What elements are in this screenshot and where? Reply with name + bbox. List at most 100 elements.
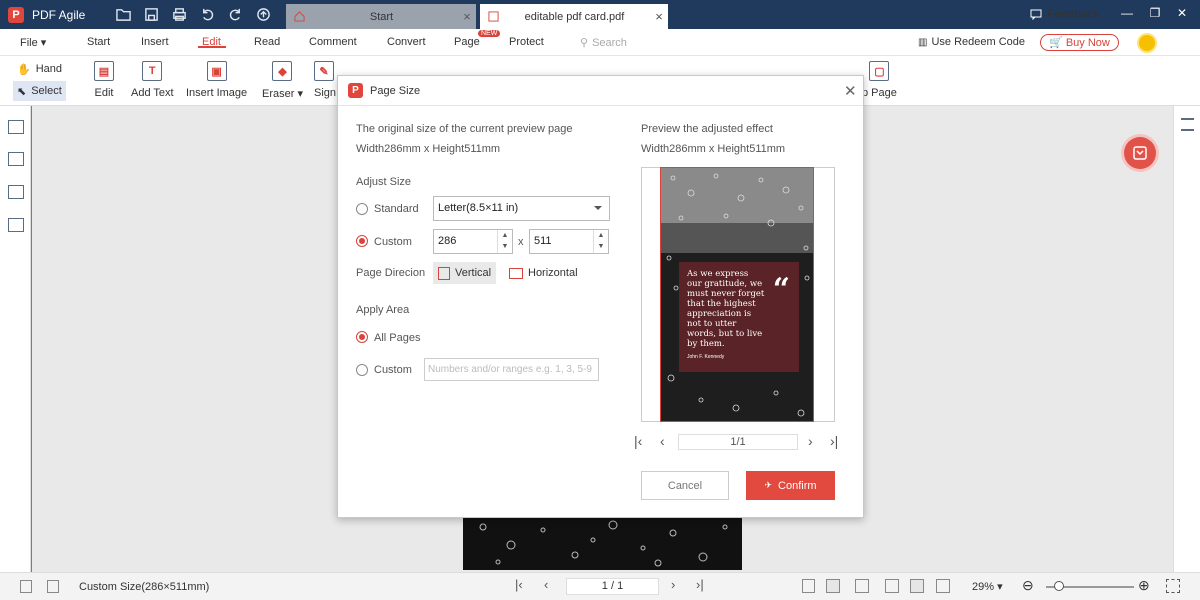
avatar[interactable] — [1137, 33, 1157, 53]
single-page-icon[interactable] — [802, 579, 815, 593]
open-folder-icon[interactable] — [115, 7, 131, 23]
signature-icon: ✎ — [314, 61, 334, 81]
zoom-level[interactable]: 29% ▾ — [972, 580, 1003, 593]
redo-icon[interactable] — [227, 7, 243, 23]
prev-page-icon[interactable]: ‹ — [544, 577, 548, 592]
page-number-input[interactable]: 1 / 1 — [566, 578, 659, 595]
undo-icon[interactable] — [199, 7, 215, 23]
crop-page-tool[interactable]: ▢ p Page — [862, 61, 897, 99]
custom-size-label: Custom — [374, 236, 412, 248]
menu-protect[interactable]: Protect — [509, 36, 544, 48]
insert-image-tool[interactable]: ▣ Insert Image — [186, 61, 247, 99]
hand-tool[interactable]: ✋ Hand — [13, 59, 66, 79]
annotations-icon[interactable] — [8, 185, 24, 199]
tab-start[interactable]: Start × — [286, 4, 476, 29]
page-fit-icon[interactable] — [47, 580, 59, 593]
add-text-tool[interactable]: T Add Text — [131, 61, 174, 99]
buy-now-label: Buy Now — [1065, 36, 1110, 49]
signature-label: Signa — [314, 87, 336, 99]
height-stepper[interactable]: 511 ▲ ▼ — [529, 229, 609, 254]
height-value: 511 — [534, 235, 552, 247]
last-page-icon[interactable]: ›| — [696, 577, 704, 592]
dialog-title: Page Size — [370, 85, 421, 97]
pdf-file-icon — [488, 11, 499, 22]
tab-document[interactable]: editable pdf card.pdf × — [480, 4, 668, 29]
horizontal-button[interactable]: Horizontal — [504, 262, 583, 284]
menu-file[interactable]: File ▾ — [20, 36, 46, 49]
standard-radio[interactable] — [356, 203, 368, 215]
menu-start[interactable]: Start — [87, 36, 110, 48]
feedback-button[interactable]: Feedback — [1030, 7, 1100, 21]
eraser-icon: ◆ — [272, 61, 293, 81]
eraser-tool[interactable]: ◆ Eraser ▾ — [262, 61, 303, 100]
search-icon: ⚲ — [580, 37, 589, 49]
buy-now-button[interactable]: 🛒 Buy Now — [1040, 34, 1119, 51]
ai-assistant-button[interactable] — [1124, 137, 1156, 169]
tab-label: Start — [369, 10, 394, 23]
menu-comment[interactable]: Comment — [309, 36, 357, 48]
preview-last-page-icon[interactable]: ›| — [830, 433, 838, 449]
close-icon[interactable]: ✕ — [844, 82, 857, 100]
upload-icon[interactable] — [255, 7, 271, 23]
confirm-button[interactable]: ✈ Confirm — [746, 471, 835, 500]
continuous-icon[interactable] — [885, 579, 899, 593]
width-stepper-arrows[interactable]: ▲ ▼ — [497, 230, 512, 253]
zoom-in-icon[interactable]: ⊕ — [1138, 577, 1150, 594]
app-name: PDF Agile — [32, 7, 86, 22]
standard-size-select[interactable]: Letter(8.5×11 in) — [433, 196, 610, 221]
edit-tool[interactable]: ▤ Edit — [94, 61, 114, 99]
width-stepper[interactable]: 286 ▲ ▼ — [433, 229, 513, 254]
menu-page[interactable]: Page — [454, 36, 480, 48]
preview-label: Preview the adjusted effect — [641, 123, 773, 135]
signature-tool[interactable]: ✎ Signa — [314, 61, 336, 99]
first-page-icon[interactable]: |‹ — [515, 577, 523, 592]
close-tab-icon[interactable]: × — [650, 9, 668, 24]
times-symbol: x — [518, 236, 524, 248]
fullscreen-icon[interactable] — [1166, 579, 1180, 593]
next-page-icon[interactable]: › — [671, 577, 675, 592]
menu-convert[interactable]: Convert — [387, 36, 426, 48]
page-range-input[interactable]: Numbers and/or ranges e.g. 1, 3, 5-9 — [424, 358, 599, 381]
preview-page: As we express our gratitude, we must nev… — [660, 167, 814, 422]
search-panel-icon[interactable] — [8, 218, 24, 232]
preview-first-page-icon[interactable]: |‹ — [634, 433, 642, 449]
close-tab-icon[interactable]: × — [458, 9, 476, 24]
preview-next-page-icon[interactable]: › — [808, 433, 813, 449]
bookmarks-icon[interactable] — [8, 120, 24, 134]
document-page-preview — [463, 515, 742, 570]
restore-icon[interactable]: ❐ — [1147, 6, 1163, 20]
quote-text: As we express our gratitude, we must nev… — [687, 269, 765, 349]
hand-icon: ✋ — [17, 63, 31, 76]
custom-area-radio[interactable] — [356, 364, 368, 376]
width-value: 286 — [438, 235, 457, 247]
all-pages-radio[interactable] — [356, 331, 368, 343]
zoom-slider-handle[interactable] — [1054, 581, 1064, 591]
menu-search[interactable]: ⚲ Search — [580, 36, 627, 50]
minimize-icon[interactable]: — — [1119, 6, 1135, 20]
portrait-page-icon — [438, 266, 450, 280]
print-icon[interactable] — [171, 7, 187, 23]
zoom-out-icon[interactable]: ⊖ — [1022, 577, 1034, 594]
menu-insert[interactable]: Insert — [141, 36, 169, 48]
save-icon[interactable] — [143, 7, 159, 23]
height-stepper-arrows[interactable]: ▲ ▼ — [593, 230, 608, 253]
rotate-icon[interactable] — [855, 579, 869, 593]
thumbnails-icon[interactable] — [8, 152, 24, 166]
cancel-button[interactable]: Cancel — [641, 471, 729, 500]
close-window-icon[interactable]: ✕ — [1174, 6, 1190, 20]
preview-page-indicator[interactable]: 1/1 — [678, 434, 798, 450]
vertical-button[interactable]: Vertical — [433, 262, 497, 284]
properties-icon[interactable] — [1181, 118, 1194, 131]
menu-read[interactable]: Read — [254, 36, 280, 48]
custom-size-radio[interactable] — [356, 235, 368, 247]
active-menu-indicator — [198, 46, 226, 48]
crop-icon: ▢ — [869, 61, 890, 81]
page-view-icon[interactable] — [20, 580, 32, 593]
two-page-icon[interactable] — [910, 579, 924, 593]
preview-prev-page-icon[interactable]: ‹ — [660, 433, 665, 449]
redeem-code-button[interactable]: ▥ Use Redeem Code — [918, 36, 1025, 48]
book-view-icon[interactable] — [936, 579, 950, 593]
all-pages-label: All Pages — [374, 332, 421, 344]
select-tool[interactable]: ⬉ Select — [13, 81, 66, 101]
fit-width-icon[interactable] — [826, 579, 840, 593]
